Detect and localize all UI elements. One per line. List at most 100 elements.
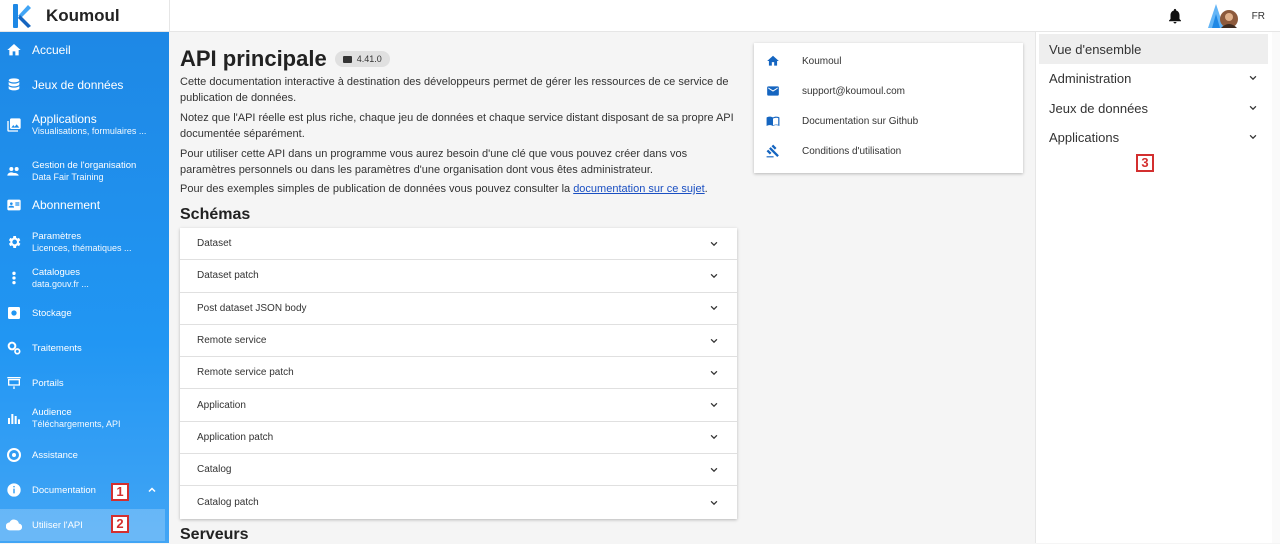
home-icon: [7, 44, 21, 56]
brand[interactable]: Koumoul: [0, 0, 170, 32]
schema-row-application-patch[interactable]: Application patch: [180, 422, 737, 455]
sidebar-item-gestion-organisation[interactable]: Gestion de l'organisation Data Fair Trai…: [0, 152, 169, 190]
user-avatar[interactable]: [1204, 2, 1240, 30]
sidebar-item-subtitle: Téléchargements, API: [32, 419, 121, 429]
top-app-bar: Koumoul FR: [0, 0, 1280, 32]
sidebar-item-assistance[interactable]: Assistance: [0, 440, 169, 470]
schema-label: Application: [197, 399, 246, 411]
info-item-home[interactable]: Koumoul: [754, 46, 1023, 76]
sidebar-item-label: Jeux de données: [32, 77, 124, 92]
schemas-title: Schémas: [180, 206, 251, 223]
schema-row-dataset-patch[interactable]: Dataset patch: [180, 260, 737, 293]
schema-label: Application patch: [197, 431, 274, 443]
sidebar-item-label: Accueil: [32, 42, 71, 57]
api-key-paragraph: Pour utiliser cette API dans un programm…: [180, 148, 688, 176]
chevron-down-icon: [1249, 134, 1257, 140]
toc-item-jeux-de-donnees[interactable]: Jeux de données: [1039, 93, 1268, 123]
sidebar-item-label: Gestion de l'organisation: [32, 160, 137, 171]
home-icon: [767, 55, 779, 66]
group-icon: [7, 167, 19, 176]
examples-paragraph: Pour des exemples simples de publication…: [180, 181, 740, 197]
chevron-down-icon: [1249, 75, 1257, 81]
notifications-bell-icon[interactable]: [1166, 7, 1184, 25]
sidebar-item-jeux-de-donnees[interactable]: Jeux de données: [0, 68, 169, 102]
toc-label: Jeux de données: [1049, 100, 1149, 116]
info-item-terms[interactable]: Conditions d'utilisation: [754, 136, 1023, 166]
sidebar-item-audience[interactable]: Audience Téléchargements, API: [0, 400, 169, 436]
schema-row-post-dataset[interactable]: Post dataset JSON body: [180, 293, 737, 325]
schema-label: Dataset: [197, 238, 232, 250]
chevron-up-icon[interactable]: [146, 484, 158, 496]
sidebar-item-documentation[interactable]: Documentation: [0, 475, 169, 505]
schema-row-dataset[interactable]: Dataset: [180, 228, 737, 261]
main-content: API principale 4.41.0 Cette documentatio…: [170, 32, 1034, 543]
chevron-down-icon: [710, 435, 718, 440]
schema-row-catalog[interactable]: Catalog: [180, 454, 737, 487]
toc-item-vue-ensemble[interactable]: Vue d'ensemble: [1039, 34, 1268, 64]
toc-label: Vue d'ensemble: [1049, 41, 1142, 57]
toc-label: Administration: [1049, 70, 1132, 86]
sidebar-item-parametres[interactable]: Paramètres Licences, thématiques ...: [0, 224, 169, 260]
annotation-badge-3: 3: [1136, 154, 1154, 172]
sidebar-item-portails[interactable]: Portails: [0, 368, 169, 398]
toc-label: Applications: [1049, 129, 1120, 145]
examples-suffix: .: [704, 183, 708, 195]
language-switch[interactable]: FR: [1252, 11, 1265, 22]
toc-item-applications[interactable]: Applications: [1039, 122, 1268, 152]
sidebar-item-subtitle: Data Fair Training: [32, 172, 104, 182]
tag-icon: [342, 55, 352, 63]
table-of-contents: Vue d'ensemble Administration Jeux de do…: [1035, 32, 1280, 543]
examples-link[interactable]: documentation sur ce sujet: [573, 183, 704, 195]
sidebar-item-accueil[interactable]: Accueil: [0, 32, 169, 68]
lifebuoy-icon: [7, 448, 21, 462]
info-label: Documentation sur Github: [802, 115, 919, 127]
chevron-down-icon: [1249, 105, 1257, 111]
chevron-down-icon: [710, 467, 718, 472]
scrollbar[interactable]: [1272, 32, 1280, 543]
book-icon: [766, 116, 780, 127]
info-item-email[interactable]: support@koumoul.com: [754, 76, 1023, 106]
schema-row-remote-service-patch[interactable]: Remote service patch: [180, 357, 737, 390]
org-avatar-icon: [1207, 4, 1238, 28]
gavel-icon: [766, 144, 779, 158]
examples-text: Pour des exemples simples de publication…: [180, 183, 574, 195]
sidebar-item-subtitle: data.gouv.fr ...: [32, 279, 89, 289]
cloud-icon: [6, 519, 22, 531]
version-chip: 4.41.0: [334, 51, 390, 67]
sidebar-item-applications[interactable]: Applications Visualisations, formulaires…: [0, 102, 169, 148]
database-icon: [8, 78, 20, 91]
dots-vertical-icon: [12, 271, 16, 285]
schema-label: Catalog: [197, 464, 232, 476]
sidebar-item-subtitle: Licences, thématiques ...: [32, 243, 132, 253]
version-label: 4.41.0: [356, 54, 382, 64]
chevron-down-icon: [710, 500, 718, 505]
app-name: Koumoul: [46, 6, 120, 25]
sidebar-item-label: Portails: [32, 377, 64, 389]
sidebar-item-label: Abonnement: [32, 197, 101, 212]
sidebar-item-abonnement[interactable]: Abonnement: [0, 190, 169, 220]
annotation-badge-2: 2: [111, 515, 129, 533]
info-item-github-docs[interactable]: Documentation sur Github: [754, 106, 1023, 136]
sidebar-item-catalogues[interactable]: Catalogues data.gouv.fr ...: [0, 260, 169, 296]
sidebar-item-stockage[interactable]: Stockage: [0, 298, 169, 328]
bar-chart-icon: [8, 414, 20, 424]
presentation-icon: [7, 377, 21, 389]
schema-row-remote-service[interactable]: Remote service: [180, 325, 737, 358]
sidebar-item-utiliser-api[interactable]: Utiliser l'API: [0, 509, 165, 541]
gear-icon: [8, 236, 21, 248]
sidebar-item-traitements[interactable]: Traitements: [0, 333, 169, 363]
chevron-down-icon: [710, 306, 718, 311]
schema-label: Catalog patch: [197, 497, 259, 509]
page-title: API principale: [180, 46, 327, 71]
api-note-paragraph: Notez que l'API réelle est plus riche, c…: [180, 112, 734, 140]
schema-row-application[interactable]: Application: [180, 389, 737, 422]
servers-title: Serveurs: [180, 526, 249, 543]
info-label: Conditions d'utilisation: [802, 145, 902, 157]
annotation-badge-1: 1: [111, 483, 129, 501]
toc-item-administration[interactable]: Administration: [1039, 63, 1268, 93]
koumoul-logo-icon: [13, 4, 31, 28]
schemas-panel: Dataset Dataset patch Post dataset JSON …: [180, 228, 737, 519]
schema-row-catalog-patch[interactable]: Catalog patch: [180, 486, 737, 518]
sidebar-item-label: Stockage: [32, 307, 72, 319]
info-label: support@koumoul.com: [802, 85, 905, 97]
